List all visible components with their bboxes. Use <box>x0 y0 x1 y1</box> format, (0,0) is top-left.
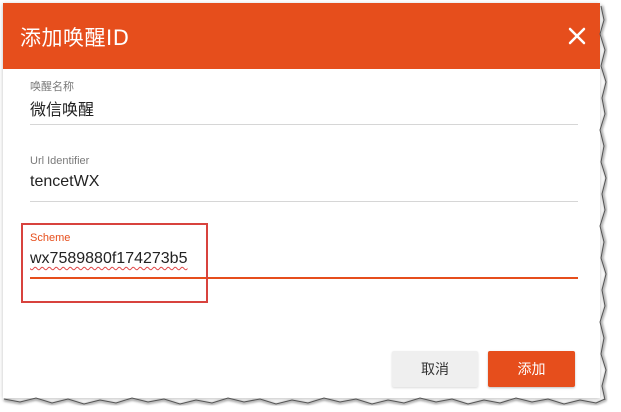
add-button[interactable]: 添加 <box>488 351 575 387</box>
dialog-header: 添加唤醒ID <box>3 3 600 69</box>
screenshot-frame: 添加唤醒ID 唤醒名称 微信唤醒 Url Identifier tencetWX… <box>0 0 621 412</box>
close-icon <box>568 27 586 45</box>
dialog-title: 添加唤醒ID <box>20 26 130 50</box>
url-identifier-input[interactable]: tencetWX <box>30 173 99 191</box>
url-identifier-underline <box>30 201 578 202</box>
add-wakeup-id-dialog: 添加唤醒ID 唤醒名称 微信唤醒 Url Identifier tencetWX… <box>3 3 600 398</box>
annotation-highlight-box <box>21 223 208 303</box>
cancel-button[interactable]: 取消 <box>392 351 478 387</box>
wakeup-name-input[interactable]: 微信唤醒 <box>30 96 94 120</box>
close-button[interactable] <box>562 21 592 51</box>
url-identifier-label: Url Identifier <box>30 155 90 167</box>
wakeup-name-underline <box>30 124 578 125</box>
wakeup-name-label: 唤醒名称 <box>30 81 74 93</box>
